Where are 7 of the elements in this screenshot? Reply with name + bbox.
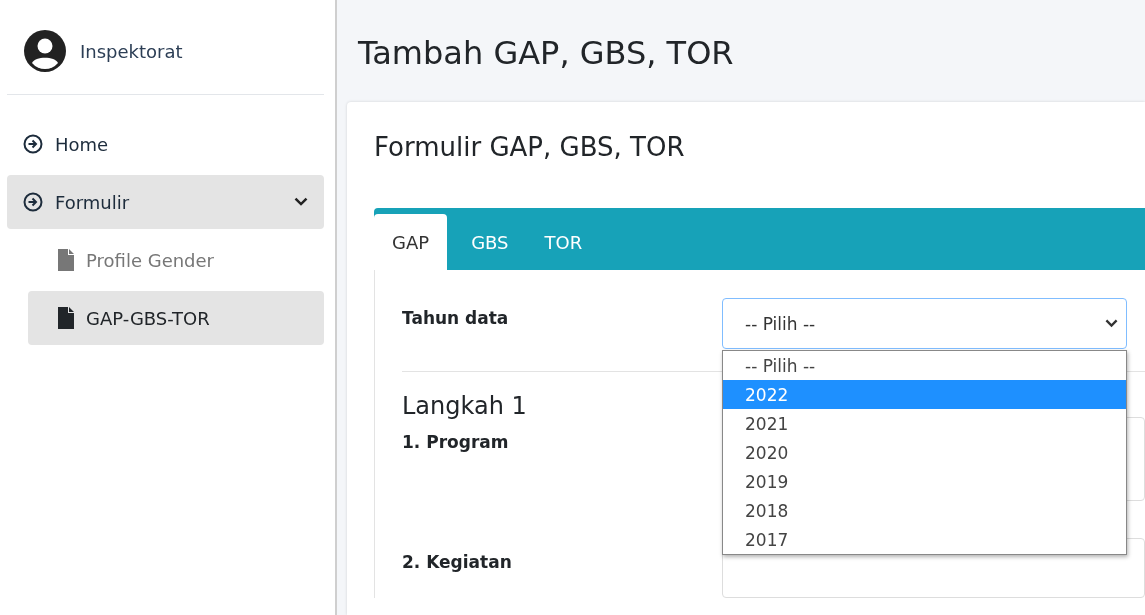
page-title: Tambah GAP, GBS, TOR xyxy=(357,33,735,74)
card-title: Formulir GAP, GBS, TOR xyxy=(374,132,686,162)
field-label: 1. Program xyxy=(402,432,510,454)
section-title: Langkah 1 xyxy=(402,392,527,420)
field-label: Tahun data xyxy=(402,307,510,330)
user-name: Inspektorat xyxy=(80,40,183,62)
field-label: 2. Kegiatan xyxy=(402,551,513,574)
